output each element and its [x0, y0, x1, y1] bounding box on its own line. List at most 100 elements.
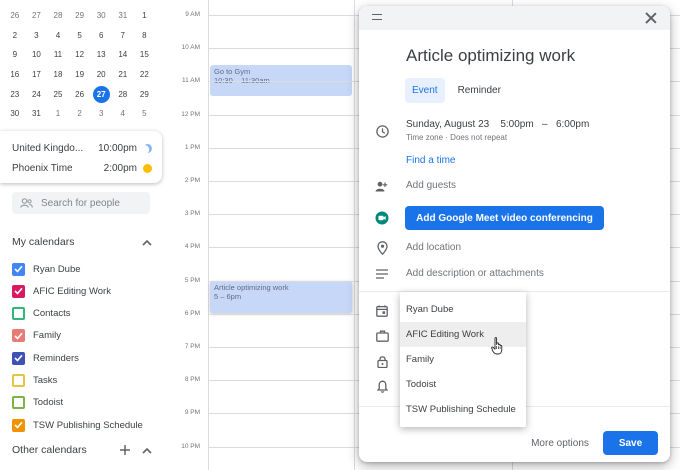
dropdown-option-tsw-publishing-schedule[interactable]: TSW Publishing Schedule — [400, 397, 526, 422]
mini-calendar-today[interactable]: 27 — [90, 85, 112, 104]
time-label: 11 AM — [182, 77, 200, 85]
event-date[interactable]: Sunday, August 23 — [406, 119, 489, 130]
calendar-checkbox[interactable] — [12, 418, 25, 432]
clock-icon — [375, 124, 389, 138]
mini-calendar-day[interactable]: 26 — [4, 6, 26, 25]
mini-calendar-day[interactable]: 22 — [134, 65, 156, 84]
event-datetime[interactable]: Sunday, August 23 5:00pm – 6:00pm — [406, 119, 589, 130]
add-google-meet-button[interactable]: Add Google Meet video conferencing — [405, 206, 604, 230]
mini-calendar-day[interactable]: 17 — [26, 65, 48, 84]
mini-calendar-day[interactable]: 4 — [47, 26, 69, 45]
calendar-checkbox[interactable] — [12, 284, 25, 298]
chevron-up-icon[interactable] — [142, 239, 152, 246]
add-guests-field[interactable]: Add guests — [406, 180, 456, 191]
mini-calendar-day[interactable]: 1 — [134, 6, 156, 25]
world-clock-row: United Kingdo... 10:00pm — [12, 140, 152, 156]
mini-calendar-day[interactable]: 4 — [112, 104, 134, 123]
mini-calendar-day[interactable]: 12 — [69, 45, 91, 64]
calendar-checkbox[interactable] — [12, 262, 25, 276]
mini-calendar-day[interactable]: 18 — [47, 65, 69, 84]
mini-calendar-day[interactable]: 16 — [4, 65, 26, 84]
event-start-time[interactable]: 5:00pm — [500, 119, 533, 130]
calendar-checkbox[interactable] — [12, 351, 25, 365]
location-pin-icon — [375, 241, 389, 255]
mini-calendar-day[interactable]: 28 — [112, 85, 134, 104]
mini-calendar-day[interactable]: 20 — [90, 65, 112, 84]
my-calendars-header[interactable]: My calendars — [12, 236, 152, 248]
mini-calendar-day[interactable]: 23 — [4, 85, 26, 104]
mini-calendar-day[interactable]: 15 — [134, 45, 156, 64]
mini-calendar-day[interactable]: 27 — [26, 6, 48, 25]
mini-calendar-day[interactable]: 26 — [69, 85, 91, 104]
mini-calendar-day[interactable]: 25 — [47, 85, 69, 104]
mini-calendar-day[interactable]: 9 — [4, 45, 26, 64]
mini-calendar-day[interactable]: 19 — [69, 65, 91, 84]
mini-calendar-week: 9 10 11 12 13 14 15 — [4, 45, 160, 65]
calendar-item-label: Family — [33, 330, 61, 342]
save-button[interactable]: Save — [603, 431, 658, 455]
event-title-input[interactable] — [406, 46, 656, 66]
chevron-up-icon[interactable] — [142, 447, 152, 454]
calendar-item[interactable]: AFIC Editing Work — [12, 284, 111, 298]
close-icon[interactable] — [644, 11, 658, 25]
mini-calendar-day[interactable]: 11 — [47, 45, 69, 64]
mini-calendar-day[interactable]: 1 — [47, 104, 69, 123]
mini-calendar-day[interactable]: 30 — [4, 104, 26, 123]
calendar-checkbox[interactable] — [12, 374, 25, 387]
mini-calendar-day[interactable]: 31 — [112, 6, 134, 25]
calendar-item[interactable]: Family — [12, 329, 61, 343]
calendar-item[interactable]: Contacts — [12, 307, 71, 321]
mini-calendar-day[interactable]: 5 — [134, 104, 156, 123]
event-end-time[interactable]: 6:00pm — [556, 119, 589, 130]
dropdown-option-afic-editing-work[interactable]: AFIC Editing Work — [400, 322, 526, 347]
mini-calendar-day[interactable]: 28 — [47, 6, 69, 25]
search-people-input[interactable]: Search for people — [12, 192, 150, 214]
mini-calendar-day[interactable]: 6 — [90, 26, 112, 45]
mini-calendar-week: 16 17 18 19 20 21 22 — [4, 65, 160, 85]
mini-calendar-day[interactable]: 10 — [26, 45, 48, 64]
calendar-item[interactable]: Todoist — [12, 396, 63, 410]
mini-calendar-day[interactable]: 2 — [69, 104, 91, 123]
mini-calendar-day[interactable]: 13 — [90, 45, 112, 64]
time-label: 9 PM — [184, 409, 200, 417]
mini-calendar-day[interactable]: 29 — [134, 85, 156, 104]
time-label: 5 PM — [184, 276, 200, 284]
tab-event[interactable]: Event — [405, 78, 445, 103]
more-options-button[interactable]: More options — [519, 431, 601, 455]
find-a-time-link[interactable]: Find a time — [406, 155, 455, 166]
calendar-item[interactable]: Tasks — [12, 374, 57, 388]
mini-calendar-day[interactable]: 3 — [26, 26, 48, 45]
event-article-optimizing-work[interactable]: Article optimizing work 5 – 6pm — [210, 281, 352, 313]
calendar-checkbox[interactable] — [12, 396, 25, 410]
time-label: 8 PM — [184, 376, 200, 384]
mini-calendar-day[interactable]: 24 — [26, 85, 48, 104]
calendar-item[interactable]: Reminders — [12, 351, 79, 365]
mini-calendar-day[interactable]: 21 — [112, 65, 134, 84]
dropdown-option-ryan-dube[interactable]: Ryan Dube — [400, 297, 526, 322]
dropdown-option-family[interactable]: Family — [400, 347, 526, 372]
mini-calendar-day[interactable]: 8 — [134, 26, 156, 45]
hand-cursor-icon — [491, 337, 503, 355]
calendar-checkbox[interactable] — [12, 329, 25, 343]
other-calendars-header[interactable]: Other calendars — [12, 444, 152, 456]
calendar-item[interactable]: Ryan Dube — [12, 262, 81, 276]
mini-calendar-day[interactable]: 5 — [69, 26, 91, 45]
mini-calendar-day[interactable]: 14 — [112, 45, 134, 64]
mini-calendar-day[interactable]: 7 — [112, 26, 134, 45]
plus-icon[interactable] — [120, 445, 130, 455]
mini-calendar-day[interactable]: 30 — [90, 6, 112, 25]
mini-calendar-day[interactable]: 29 — [69, 6, 91, 25]
add-location-field[interactable]: Add location — [406, 242, 461, 253]
drag-handle-icon[interactable] — [372, 14, 382, 20]
mini-calendar-day[interactable]: 31 — [26, 104, 48, 123]
calendar-checkbox[interactable] — [12, 307, 25, 321]
time-label: 1 PM — [184, 143, 200, 151]
add-description-field[interactable]: Add description or attachments — [406, 268, 544, 279]
mini-calendar-day[interactable]: 3 — [90, 104, 112, 123]
tab-reminder[interactable]: Reminder — [451, 78, 508, 103]
calendar-item[interactable]: TSW Publishing Schedule — [12, 418, 143, 432]
dropdown-option-todoist[interactable]: Todoist — [400, 372, 526, 397]
timezone-note[interactable]: Time zone · Does not repeat — [406, 133, 507, 142]
calendar-item-label: Todoist — [33, 397, 64, 409]
mini-calendar-day[interactable]: 2 — [4, 26, 26, 45]
